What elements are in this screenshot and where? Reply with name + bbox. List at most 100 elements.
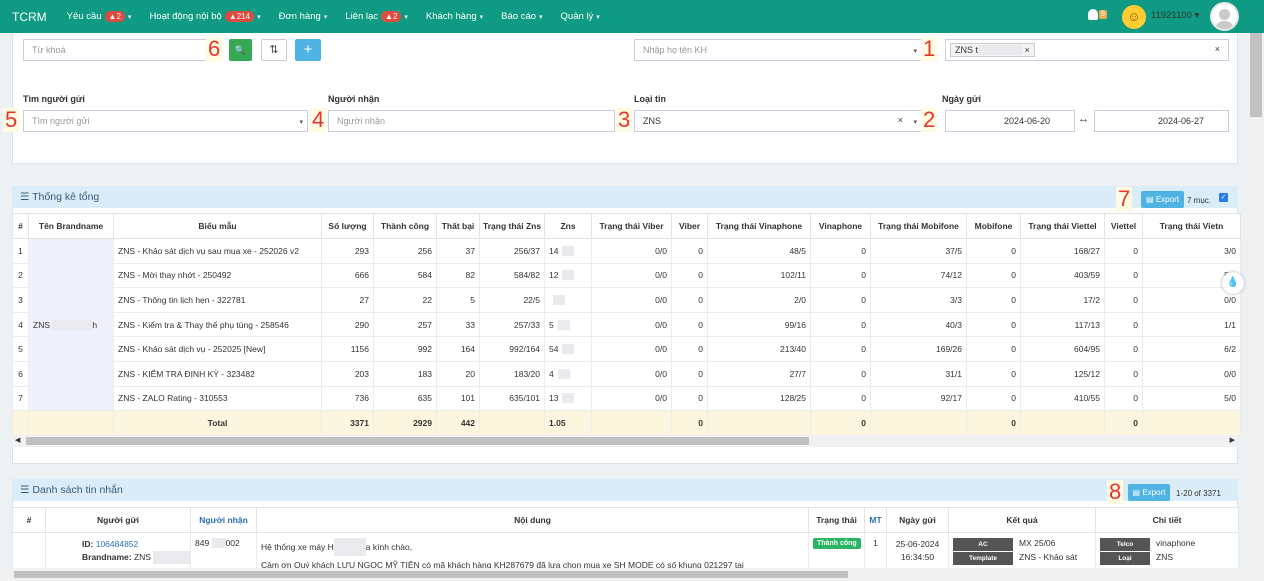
summary-cell: 5x <box>544 311 592 338</box>
page-hscroll[interactable] <box>0 568 1248 581</box>
redacted-block: x <box>562 344 575 355</box>
customer-name-select[interactable]: Nhập họ tên KH ▾ <box>634 39 922 61</box>
water-drop-icon[interactable]: 💧 <box>1222 272 1244 294</box>
messages-col-header[interactable]: Người gửi <box>45 507 191 533</box>
messages-col-header[interactable]: Người nhận <box>190 507 257 533</box>
clear-icon[interactable]: × <box>898 115 903 125</box>
scroll-left-icon[interactable]: ◀ <box>15 436 20 444</box>
nav-item-label: Báo cáo <box>501 11 537 22</box>
messages-col-header[interactable]: Ngày gửi <box>886 507 949 533</box>
nav-item-1[interactable]: Hoạt động nội bộ ▲214 ▾ <box>149 11 261 22</box>
summary-col-header[interactable]: Trạng thái Vinaphone <box>707 213 811 239</box>
summary-row[interactable]: 1ZNS xhZNS - Khảo sát dịch vụ sau mua xe… <box>12 237 1241 412</box>
summary-hscroll-thumb[interactable] <box>26 437 809 445</box>
summary-col-header[interactable]: Biểu mẫu <box>113 213 322 239</box>
brandname-cell: ZNS xh <box>28 237 114 412</box>
user-menu[interactable]: 11921100 ▾ <box>1151 10 1199 21</box>
redacted-block: x <box>562 270 575 281</box>
summary-col-header[interactable]: Viber <box>671 213 708 239</box>
summary-title: Thống kê tổng <box>32 191 100 203</box>
summary-col-header[interactable]: Thất bại <box>436 213 480 239</box>
summary-col-header[interactable]: Số lượng <box>321 213 374 239</box>
messages-col-header[interactable]: Chi tiết <box>1095 507 1239 533</box>
search-button[interactable]: 🔍 <box>229 39 252 61</box>
messages-export-button[interactable]: ▤ Export <box>1128 484 1170 501</box>
summary-export-button[interactable]: ▤ Export <box>1141 191 1184 208</box>
summary-row[interactable]: 2 ZNS - Mời thay nhớt - 250492 666 584 82 584… <box>12 262 1241 289</box>
keyword-input[interactable]: Từ khoá <box>23 39 219 61</box>
summary-checkbox[interactable]: ✓ <box>1219 193 1228 202</box>
messages-col-header[interactable]: Kết quả <box>948 507 1096 533</box>
nav-item-label: Yêu cầu <box>66 11 102 22</box>
summary-row[interactable]: 7 ZNS - ZALO Rating - 310553 736 635 101 635/… <box>12 385 1241 412</box>
summary-hscroll[interactable]: ◀ ▶ <box>12 435 1238 447</box>
summary-col-header[interactable]: Viettel <box>1104 213 1143 239</box>
summary-cell: 168/27 <box>1020 238 1105 264</box>
page-vscroll[interactable] <box>1248 33 1264 581</box>
summary-col-header[interactable]: # <box>12 213 29 239</box>
callout-3: 3 <box>616 107 633 132</box>
summary-cell: 3/0 <box>1142 238 1241 264</box>
total-cell: 0 <box>671 410 708 436</box>
messages-col-header[interactable]: # <box>12 507 46 533</box>
messages-col-header[interactable]: MT <box>864 507 887 533</box>
summary-col-header[interactable]: Trạng thái Viettel <box>1020 213 1105 239</box>
summary-col-header[interactable]: Tên Brandname <box>28 213 114 239</box>
summary-col-header[interactable]: Trạng thái Mobifone <box>870 213 967 239</box>
summary-cell: 0 <box>1104 262 1143 289</box>
total-cell <box>707 410 811 436</box>
summary-col-header[interactable]: Mobifone <box>966 213 1021 239</box>
nav-item-2[interactable]: Đơn hàng ▾ <box>279 11 328 22</box>
summary-cell: 183 <box>373 360 437 387</box>
message-type-select[interactable]: ZNS × ▾ <box>634 110 922 132</box>
message-id-link[interactable]: 106484852 <box>96 539 139 549</box>
summary-col-header[interactable]: Trạng thái Vietn <box>1142 213 1241 239</box>
plus-icon: + <box>303 41 313 58</box>
messages-col-header[interactable]: Nội dung <box>256 507 809 533</box>
nav-item-4[interactable]: Khách hàng ▾ <box>426 11 483 22</box>
tag-remove-icon[interactable]: × <box>1025 45 1030 55</box>
summary-col-header[interactable]: Thành công <box>373 213 437 239</box>
recipient-input[interactable]: Người nhận <box>328 110 615 132</box>
summary-col-header[interactable]: Zns <box>544 213 592 239</box>
page-vscroll-thumb[interactable] <box>1250 33 1262 117</box>
summary-cell: 256 <box>373 238 437 264</box>
profile-avatar[interactable] <box>1210 2 1239 31</box>
scroll-right-icon[interactable]: ▶ <box>1230 436 1235 444</box>
app-brand[interactable]: TCRM <box>12 10 47 24</box>
message-type-label: Loại tin <box>634 94 666 104</box>
summary-cell: 74/12 <box>870 262 967 289</box>
summary-cell: 293 <box>321 238 374 264</box>
nav-item-6[interactable]: Quản lý ▾ <box>561 11 600 22</box>
date-from-input[interactable]: 2024-06-20 <box>945 110 1075 132</box>
summary-col-header[interactable]: Trạng thái Zns <box>479 213 545 239</box>
page-hscroll-thumb[interactable] <box>14 571 848 578</box>
user-emoji-avatar[interactable]: ☺ <box>1122 5 1146 29</box>
sender-select[interactable]: Tìm người gửi ▾ <box>23 110 308 132</box>
date-to-input[interactable]: 2024-06-27 <box>1094 110 1229 132</box>
chevron-down-icon: ▾ <box>323 13 328 21</box>
summary-row[interactable]: 4 ZNS - Kiểm tra & Thay thế phụ tùng - 25… <box>12 311 1241 338</box>
summary-cell: 92/17 <box>870 385 967 412</box>
summary-cell: 31/1 <box>870 360 967 387</box>
chevron-down-icon: ▾ <box>539 13 543 21</box>
summary-row[interactable]: 3 ZNS - Thông tin lịch hẹn - 322781 27 22 5 2… <box>12 287 1241 313</box>
nav-item-3[interactable]: Liên lạc ▲2 ▾ <box>345 11 408 22</box>
sort-button[interactable]: ⇅ <box>261 39 287 61</box>
nav-item-0[interactable]: Yêu cầu ▲2 ▾ <box>66 11 131 22</box>
summary-col-header[interactable]: Trạng thái Viber <box>591 213 672 239</box>
summary-cell: 403/59 <box>1020 262 1105 289</box>
clear-icon[interactable]: × <box>1215 44 1220 54</box>
nav-item-5[interactable]: Báo cáo ▾ <box>501 11 542 22</box>
callout-5: 5 <box>3 107 20 132</box>
summary-row[interactable]: 5 ZNS - Khảo sát dịch vụ - 252025 [New] 11… <box>12 336 1241 362</box>
add-button[interactable]: + <box>295 39 321 61</box>
summary-row[interactable]: 6 ZNS - KIỂM TRA ĐỊNH KỲ - 323482 203 183 20… <box>12 360 1241 387</box>
summary-col-header[interactable]: Vinaphone <box>810 213 871 239</box>
brandname-tag-select[interactable]: ZNS tx × × <box>945 39 1229 61</box>
messages-col-header[interactable]: Trạng thái <box>808 507 865 533</box>
notification-bell[interactable]: 9 <box>1088 9 1107 20</box>
summary-cell: 27 <box>321 287 374 313</box>
chevron-down-icon: ▾ <box>596 13 600 21</box>
summary-table: # Tên Brandname Biểu mẫu Số lượng Thành công… <box>12 213 1241 436</box>
